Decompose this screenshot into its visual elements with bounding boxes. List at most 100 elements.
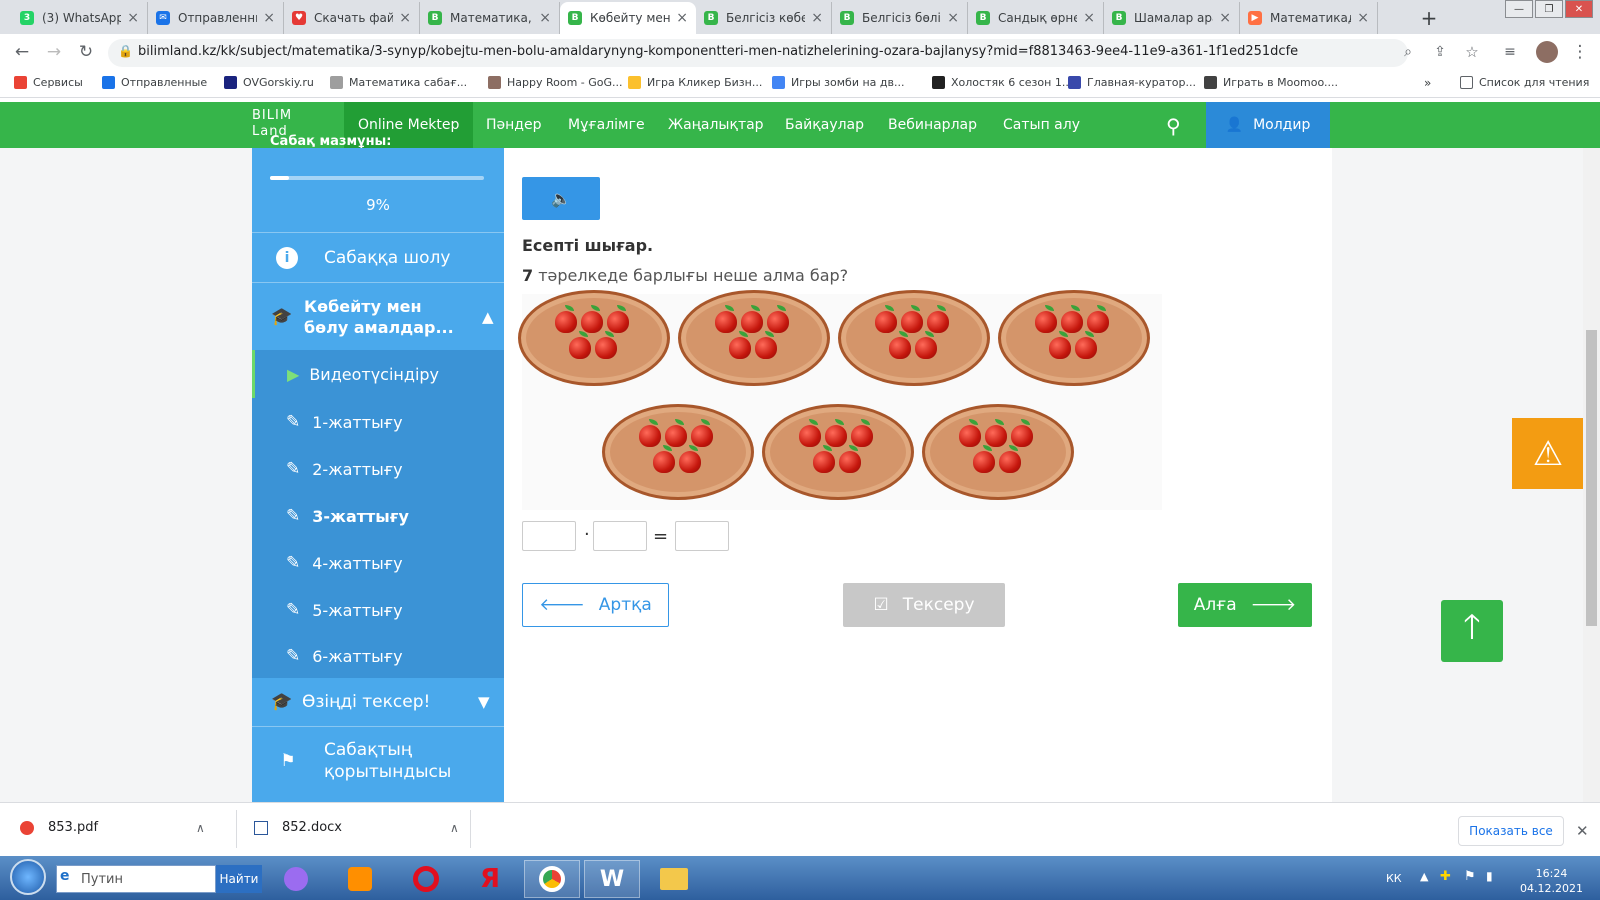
nav-webinars[interactable]: Вебинарлар bbox=[888, 102, 977, 148]
tray-arrow-icon[interactable]: ▲ bbox=[1420, 870, 1428, 883]
bookmark-9[interactable]: Главная-куратор... bbox=[1068, 76, 1196, 89]
bookmark-2[interactable]: Отправленные bbox=[102, 76, 207, 89]
sidebar-item-exercise-3[interactable]: ✎ 3-жаттығу bbox=[252, 492, 504, 540]
close-tab-icon[interactable]: × bbox=[1083, 10, 1095, 26]
close-window-button[interactable]: ✕ bbox=[1565, 0, 1593, 18]
media-player-icon[interactable] bbox=[332, 860, 388, 898]
close-tab-icon[interactable]: × bbox=[399, 10, 411, 26]
nav-buy[interactable]: Сатып алу bbox=[1003, 102, 1080, 148]
tab-10[interactable]: ▶ Математикад × bbox=[1240, 2, 1378, 34]
zoom-icon[interactable]: ⌕ bbox=[1398, 42, 1418, 62]
yandex-icon[interactable]: Я bbox=[462, 860, 518, 898]
bookmark-7[interactable]: Игры зомби на дв... bbox=[772, 76, 905, 89]
tab-5[interactable]: B Көбейту мен × bbox=[560, 2, 696, 34]
taskbar-clock[interactable]: 16:24 04.12.2021 bbox=[1520, 866, 1583, 896]
bookmark-1[interactable]: Сервисы bbox=[14, 76, 83, 89]
tab-9[interactable]: B Шамалар ара × bbox=[1104, 2, 1240, 34]
sidebar-item-exercise-4[interactable]: ✎ 4-жаттығу bbox=[252, 540, 504, 586]
tab-3[interactable]: ♥Скачать файл× bbox=[284, 2, 420, 34]
new-tab-button[interactable]: + bbox=[1416, 5, 1442, 31]
tab-7[interactable]: B Белгісіз бөлін × bbox=[832, 2, 968, 34]
close-tab-icon[interactable]: × bbox=[811, 10, 823, 26]
nav-teachers[interactable]: Мұғалімге bbox=[568, 102, 645, 148]
chevron-up-icon[interactable]: ∧ bbox=[450, 821, 459, 835]
sidebar-item-topic[interactable]: 🎓 Көбейту мен бөлу амалдар... ▲ bbox=[252, 282, 504, 350]
close-tab-icon[interactable]: × bbox=[947, 10, 959, 26]
nav-news[interactable]: Жаңалықтар bbox=[668, 102, 764, 148]
download-item-1[interactable]: 853.pdf ∧ bbox=[20, 820, 205, 835]
next-button[interactable]: Алға 🡒 bbox=[1178, 583, 1312, 627]
tab-1[interactable]: 3 (3) WhatsApp × bbox=[12, 2, 148, 34]
sidebar-item-exercise-1[interactable]: ✎ 1-жаттығу bbox=[252, 398, 504, 446]
sidebar-item-exercise-2[interactable]: ✎ 2-жаттығу bbox=[252, 446, 504, 492]
scroll-up-icon[interactable]: 🡑 bbox=[1441, 600, 1503, 662]
close-tab-icon[interactable]: × bbox=[1219, 10, 1231, 26]
bilimland-logo[interactable]: BILIM bbox=[252, 108, 292, 123]
nav-subjects[interactable]: Пәндер bbox=[486, 102, 541, 148]
answer-input-3[interactable] bbox=[675, 521, 729, 551]
back-arrow-icon[interactable]: ← bbox=[12, 42, 32, 62]
bookmark-5[interactable]: Happy Room - GoG... bbox=[488, 76, 623, 89]
reload-icon[interactable]: ↻ bbox=[76, 42, 96, 62]
chrome-taskbar-icon[interactable] bbox=[524, 860, 580, 898]
bookmark-4[interactable]: Математика сабағ... bbox=[330, 76, 467, 89]
sidebar-item-exercise-5[interactable]: ✎ 5-жаттығу bbox=[252, 586, 504, 634]
nav-contests[interactable]: Байқаулар bbox=[785, 102, 864, 148]
audio-button[interactable]: 🔈 bbox=[522, 177, 600, 220]
tab-6[interactable]: B Белгісіз көбе × bbox=[696, 2, 832, 34]
download-item-2[interactable]: 852.docx ∧ bbox=[254, 820, 459, 835]
close-tab-icon[interactable]: × bbox=[539, 10, 551, 26]
forward-arrow-icon[interactable]: → bbox=[44, 42, 64, 62]
alice-icon[interactable] bbox=[268, 860, 324, 898]
close-tab-icon[interactable]: × bbox=[1357, 10, 1369, 26]
warning-icon[interactable]: ⚠ bbox=[1512, 418, 1584, 489]
explorer-icon[interactable] bbox=[646, 860, 702, 898]
sidebar-item-summary[interactable]: ⚑ Сабақтың қорытындысы bbox=[252, 726, 504, 794]
tab-8[interactable]: B Сандық өрне × bbox=[968, 2, 1104, 34]
close-tab-icon[interactable]: × bbox=[676, 10, 688, 26]
bookmarks-more-icon[interactable]: » bbox=[1424, 76, 1431, 90]
start-button[interactable] bbox=[10, 859, 46, 895]
word-taskbar-icon[interactable]: W bbox=[584, 860, 640, 898]
close-tab-icon[interactable]: × bbox=[127, 10, 139, 26]
taskbar-search-input[interactable]: Путин bbox=[56, 865, 216, 893]
tray-plus-icon[interactable]: ✚ bbox=[1440, 869, 1451, 884]
check-button[interactable]: ☑ Тексеру bbox=[843, 583, 1005, 627]
sidebar-item-self-check[interactable]: 🎓 Өзіңді тексер! ▼ bbox=[252, 678, 504, 726]
close-tab-icon[interactable]: × bbox=[263, 10, 275, 26]
scrollbar-thumb[interactable] bbox=[1586, 330, 1597, 626]
sidebar-item-exercise-6[interactable]: ✎ 6-жаттығу bbox=[252, 634, 504, 678]
tray-network-icon[interactable]: ▮ bbox=[1486, 869, 1493, 883]
url-text[interactable]: bilimland.kz/kk/subject/matematika/3-syn… bbox=[138, 44, 1298, 59]
bookmark-3[interactable]: OVGorskiy.ru bbox=[224, 76, 314, 89]
chevron-up-icon[interactable]: ∧ bbox=[196, 821, 205, 835]
sidebar-item-video[interactable]: ▶ Видеотүсіндіру bbox=[252, 350, 504, 398]
maximize-button[interactable]: ❐ bbox=[1535, 0, 1563, 18]
bookmark-8[interactable]: Холостяк 6 сезон 1... bbox=[932, 76, 1072, 89]
menu-dots-icon[interactable]: ⋮ bbox=[1570, 42, 1590, 62]
language-indicator[interactable]: КК bbox=[1386, 872, 1402, 885]
tab-2[interactable]: ✉Отправленные× bbox=[148, 2, 284, 34]
close-downloads-icon[interactable]: ✕ bbox=[1576, 822, 1589, 840]
playlist-icon[interactable]: ≡ bbox=[1500, 42, 1520, 62]
answer-input-1[interactable] bbox=[522, 521, 576, 551]
star-icon[interactable]: ☆ bbox=[1462, 42, 1482, 62]
answer-input-2[interactable] bbox=[593, 521, 647, 551]
show-all-button[interactable]: Показать все bbox=[1458, 816, 1564, 846]
tray-flag-icon[interactable]: ⚑ bbox=[1464, 869, 1476, 884]
back-button[interactable]: 🡐 Артқа bbox=[522, 583, 669, 627]
tab-4[interactable]: BМатематика, 3× bbox=[420, 2, 560, 34]
opera-icon[interactable] bbox=[398, 860, 454, 898]
share-icon[interactable]: ⇪ bbox=[1430, 42, 1450, 62]
arrow-right-icon: 🡒 bbox=[1250, 595, 1297, 615]
bookmark-6[interactable]: Игра Кликер Бизн... bbox=[628, 76, 762, 89]
sidebar-item-overview[interactable]: i Сабаққа шолу bbox=[252, 232, 504, 282]
reading-list[interactable]: Список для чтения bbox=[1460, 76, 1589, 89]
bookmark-10[interactable]: Играть в Moomoo.... bbox=[1204, 76, 1338, 89]
search-icon[interactable]: ⚲ bbox=[1166, 114, 1181, 138]
minimize-button[interactable]: — bbox=[1505, 0, 1533, 18]
taskbar-find-button[interactable]: Найти bbox=[216, 865, 262, 893]
profile-avatar[interactable] bbox=[1536, 41, 1558, 63]
user-button[interactable]: 👤 Молдир bbox=[1206, 102, 1330, 148]
lock-icon[interactable]: 🔒 bbox=[118, 44, 133, 58]
